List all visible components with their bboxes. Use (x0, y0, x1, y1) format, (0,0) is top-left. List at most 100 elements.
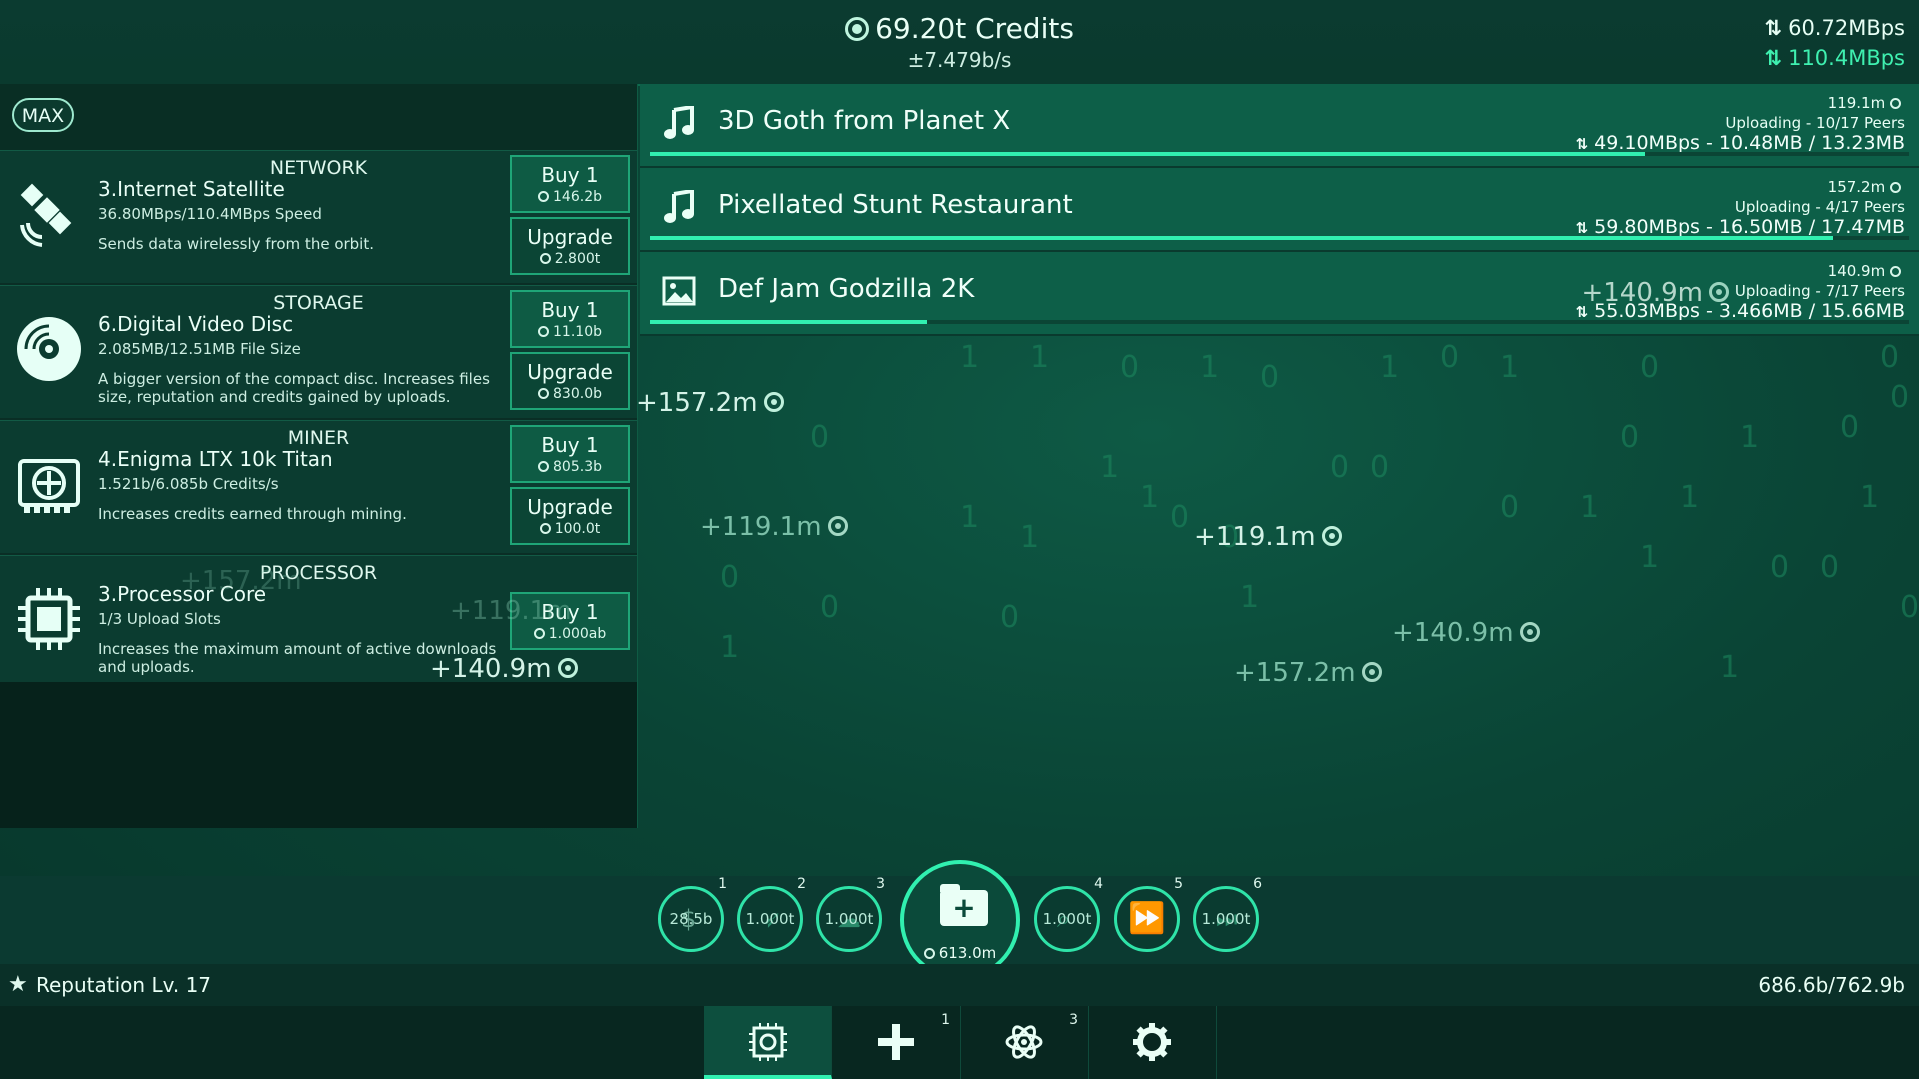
upload-progress-fill (650, 236, 1834, 240)
hardware-card-network: NETWORK 3.Internet Satellite 36.80MBps/1… (0, 150, 637, 285)
music-note-icon (664, 190, 694, 223)
floating-gain: +140.9m (1392, 618, 1540, 648)
upload-progress-fill (650, 320, 927, 324)
reputation-level: Reputation Lv. 17 (36, 973, 212, 997)
upload-title: 3D Goth from Planet X (718, 106, 1011, 136)
coin-icon (538, 326, 550, 337)
coin-icon (538, 388, 550, 399)
buy-button[interactable]: Buy 1 11.10b (510, 290, 630, 348)
upload-row[interactable]: Def Jam Godzilla 2K +140.9m 140.9m Uploa… (640, 252, 1919, 336)
card-stat: 1/3 Upload Slots (98, 610, 221, 628)
card-description: A bigger version of the compact disc. In… (98, 370, 490, 406)
gpu-icon (18, 459, 80, 513)
empty-panel-area (0, 682, 637, 828)
cpu-icon (18, 588, 80, 650)
card-stat: 1.521b/6.085b Credits/s (98, 475, 279, 493)
upload-reward: 119.1m (1828, 94, 1905, 112)
fast-forward-icon: ⏩ (1128, 901, 1166, 936)
card-name: 3.Internet Satellite (98, 177, 285, 201)
coin-icon (539, 523, 551, 534)
credit-coin-icon (845, 17, 870, 41)
upload-reward: 157.2m (1828, 178, 1905, 196)
hardware-card-storage: STORAGE 6.Digital Video Disc 2.085MB/12.… (0, 285, 637, 420)
coin-icon (1890, 266, 1901, 277)
tab-add[interactable]: 1 (832, 1006, 961, 1079)
boost-button-2[interactable]: 2 ➶ 1.000t (737, 877, 806, 952)
gear-icon (1133, 1023, 1171, 1061)
coin-icon (1890, 182, 1901, 193)
upload-transfer: ⇅ 55.03MBps - 3.466MB / 15.66MB (1575, 300, 1905, 322)
reputation-bar: ★ Reputation Lv. 17 686.6b/762.9b (0, 964, 1919, 1009)
reputation-value: 686.6b/762.9b (1758, 973, 1905, 997)
new-upload-button[interactable]: + 613.0m (900, 860, 1020, 980)
top-bar: 69.20t Credits ±7.479b/s ⇅ 60.72MBps ⇅ 110… (0, 0, 1919, 86)
bottom-nav: 1 3 (0, 1006, 1919, 1079)
add-folder-icon: + (940, 884, 988, 926)
max-button[interactable]: MAX (12, 98, 74, 132)
floating-gain: +157.2m (1234, 658, 1382, 688)
transfer-arrow-icon: ⇅ (1575, 303, 1589, 321)
coin-icon (557, 658, 578, 678)
upgrade-button[interactable]: Upgrade 2.800t (510, 217, 630, 275)
coin-icon (1519, 622, 1540, 642)
boost-button-5[interactable]: 5 ⏩ (1114, 877, 1183, 952)
upload-status: Uploading - 10/17 Peers (1725, 114, 1905, 132)
upload-list: 3D Goth from Planet X 119.1m Uploading -… (640, 84, 1919, 336)
floating-gain: +140.9m (430, 654, 578, 684)
coin-icon (763, 392, 784, 412)
boost-button-1[interactable]: 1 $ 28.5b (658, 877, 727, 952)
floating-gain: +119.1m (450, 596, 572, 626)
buy-button[interactable]: Buy 1 146.2b (510, 155, 630, 213)
tab-hardware[interactable] (704, 1006, 832, 1079)
coin-icon (538, 191, 550, 202)
coin-icon (1890, 98, 1901, 109)
plus-icon (878, 1024, 914, 1060)
coin-icon (1321, 526, 1342, 546)
upload-reward: 140.9m (1828, 262, 1905, 280)
upload-progress-track (650, 236, 1909, 240)
music-note-icon (664, 106, 694, 139)
upload-arrow-icon: ⇅ (1764, 16, 1783, 40)
atom-icon (1005, 1025, 1043, 1059)
coin-icon (539, 253, 551, 264)
coin-icon (1361, 662, 1382, 682)
tab-settings[interactable] (1088, 1006, 1217, 1079)
card-stat: 36.80MBps/110.4MBps Speed (98, 205, 322, 223)
buy-button[interactable]: Buy 1 805.3b (510, 425, 630, 483)
image-icon (662, 276, 696, 306)
upload-transfer: ⇅ 49.10MBps - 10.48MB / 13.23MB (1575, 132, 1905, 154)
hardware-card-miner: MINER 4.Enigma LTX 10k Titan 1.521b/6.08… (0, 420, 637, 555)
satellite-icon (20, 183, 72, 247)
boost-button-4[interactable]: 4 ⌕ 1.000t (1034, 877, 1103, 952)
chip-gear-icon (749, 1023, 787, 1061)
floating-gain: +157.2m (180, 566, 302, 596)
upgrade-button[interactable]: Upgrade 830.0b (510, 352, 630, 410)
upload-speed: ⇅ 60.72MBps (1764, 16, 1905, 40)
boost-button-3[interactable]: 3 ☁ 1.000t (816, 877, 885, 952)
upload-status: Uploading - 4/17 Peers (1734, 198, 1905, 216)
coin-icon (923, 948, 935, 959)
floating-gain: +119.1m (700, 512, 848, 542)
upload-row[interactable]: 3D Goth from Planet X 119.1m Uploading -… (640, 84, 1919, 168)
credits-rate: ±7.479b/s (907, 48, 1012, 72)
star-icon: ★ (8, 972, 28, 997)
upload-progress-track (650, 152, 1909, 156)
card-description: Increases credits earned through mining. (98, 505, 407, 523)
floating-gain: +119.1m (1194, 522, 1342, 552)
card-stat: 2.085MB/12.51MB File Size (98, 340, 301, 358)
disc-icon (17, 317, 81, 381)
upload-row[interactable]: Pixellated Stunt Restaurant 157.2m Uploa… (640, 168, 1919, 252)
tab-research[interactable]: 3 (960, 1006, 1089, 1079)
credits-display: 69.20t Credits (0, 12, 1919, 45)
boost-button-6[interactable]: 6 ⏭ 1.000t (1193, 877, 1262, 952)
coin-icon (1709, 282, 1729, 302)
upload-title: Def Jam Godzilla 2K (718, 274, 975, 304)
coin-icon (827, 516, 848, 536)
card-name: 4.Enigma LTX 10k Titan (98, 447, 333, 471)
coin-icon (533, 628, 545, 639)
upload-progress-track (650, 320, 1909, 324)
transfer-arrow-icon: ⇅ (1575, 135, 1589, 153)
upgrade-button[interactable]: Upgrade 100.0t (510, 487, 630, 545)
card-name: 6.Digital Video Disc (98, 312, 294, 336)
floating-gain: +157.2m (636, 388, 784, 418)
